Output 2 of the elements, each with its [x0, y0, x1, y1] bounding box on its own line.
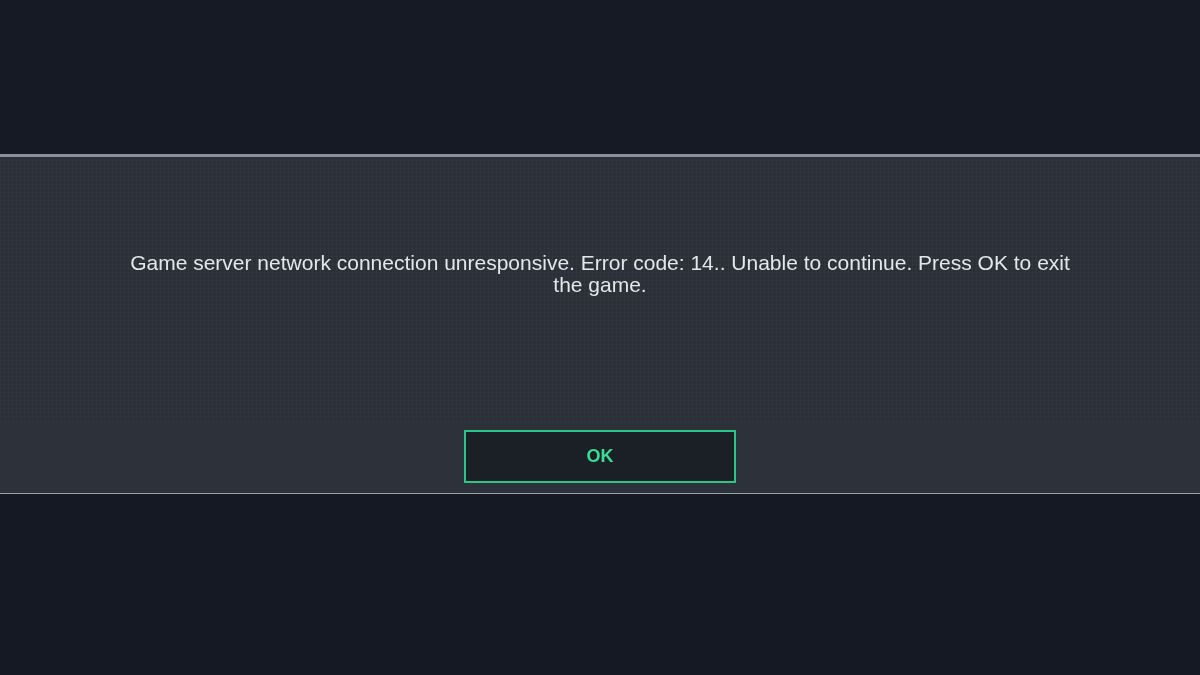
- error-message: Game server network connection unresponsive. Error code: 14.. Unable to continue. Press OK to exit the game.: [129, 252, 1071, 296]
- ok-button[interactable]: OK: [464, 430, 736, 483]
